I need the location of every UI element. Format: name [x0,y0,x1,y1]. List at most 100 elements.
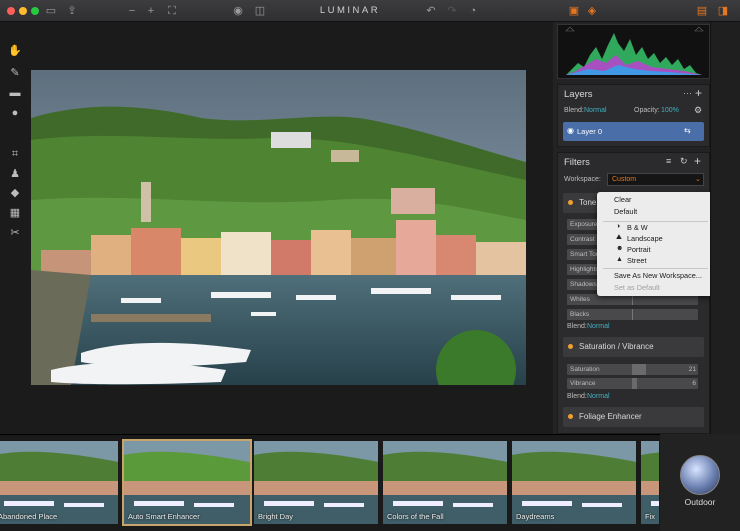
layer-opacity-value[interactable]: 100% [661,107,679,114]
filter-list-icon[interactable]: ≡ [666,156,671,166]
slider-label: Whites [570,296,590,303]
tone-filter-title: Tone [579,198,597,207]
preset-thumbnail[interactable]: Fix [641,441,659,524]
share-icon[interactable]: ⇪ [64,4,80,18]
visibility-eye-icon[interactable]: ◉ [567,126,574,135]
app-title: LUMINAR [319,5,381,16]
menu-item-clear[interactable]: Clear [614,195,631,204]
menu-item-landscape[interactable]: Landscape [627,234,663,243]
fit-screen-icon[interactable]: ⛶ [164,4,180,18]
preset-label: Abandoned Place [0,512,58,521]
slider-label: Shadows [570,281,597,288]
slider-label: Exposure [570,221,598,228]
add-layer-icon[interactable]: + [695,86,702,100]
saturation-filter-title: Saturation / Vibrance [579,342,654,351]
gradient-icon[interactable]: ▬ [7,86,23,100]
workspace-value: Custom [612,176,637,183]
filter-active-dot [568,414,573,419]
slider-label: Saturation [570,366,600,373]
history-icon[interactable]: ◔ [465,4,481,18]
menu-item-street[interactable]: Street [627,256,646,265]
category-label: Outdoor [684,497,716,507]
layer-name: Layer 0 [577,127,603,136]
slider-fill [632,364,646,375]
transform-icon[interactable]: ✂ [7,226,23,240]
noise-icon[interactable]: ▦ [7,206,23,220]
slider-label: Contrast [570,236,595,243]
preset-label: Daydreams [516,512,555,521]
slider-label: Vibrance [570,380,596,387]
saturation-blend-label: Blend: [567,393,587,400]
slider-center-mark [632,309,633,320]
redo-icon[interactable]: ↷ [444,4,460,18]
preset-label: Auto Smart Enhancer [128,512,200,521]
close-window-button[interactable] [7,7,15,15]
zoom-out-icon[interactable]: − [124,4,140,18]
preset-label: Bright Day [258,512,294,521]
workspace-menu: Clear Default ◑ B & W ⛰ Landscape ☻ Port… [597,192,714,296]
layer-opacity-label: Opacity: [634,107,660,114]
folder-icon[interactable]: ▭ [43,4,59,18]
slider-fill [632,378,637,389]
tone-blend-value[interactable]: Normal [587,323,610,330]
slider-value: 6 [692,380,696,387]
menu-item-portrait[interactable]: Portrait [627,245,651,254]
preset-label: Colors of the Fall [387,512,444,521]
layer-blend-label: Blend: [564,107,584,114]
photo[interactable] [31,70,526,385]
chevron-down-icon: ⌄ [695,176,701,183]
preset-thumbnail[interactable]: Daydreams [512,441,636,524]
menu-item-bw[interactable]: B & W [627,223,648,232]
preset-thumbnail[interactable]: Colors of the Fall [383,441,507,524]
tools-bar [710,22,740,434]
hand-icon[interactable]: ✋ [7,44,23,58]
tone-blend-label: Blend: [567,323,587,330]
gear-icon[interactable]: ⚙ [694,105,702,116]
image-icon[interactable]: ▣ [566,4,582,18]
histogram [557,24,710,79]
mountain-icon: ⛰ [616,234,622,241]
layers-title: Layers [564,89,593,100]
minimize-window-button[interactable] [19,7,27,15]
layer-settings-icon[interactable]: ⇆ [684,126,691,135]
stamp-icon[interactable]: ♟ [7,167,23,181]
eraser-icon[interactable]: ◆ [7,186,23,200]
layers-icon[interactable]: ◈ [584,4,600,18]
menu-item-save-workspace[interactable]: Save As New Workspace... [614,271,702,280]
face-icon: ☻ [616,245,624,252]
slider-value: 21 [688,366,696,373]
more-icon[interactable]: ⋯ [683,88,692,99]
radial-icon[interactable]: ● [7,106,23,120]
workspace-label: Workspace: [564,176,601,183]
brush-icon[interactable]: ✎ [7,66,23,80]
filter-active-dot [568,344,573,349]
crop-icon[interactable]: ⌗ [7,147,23,161]
foliage-filter-title: Foliage Enhancer [579,412,642,421]
presets-panel-icon[interactable]: ▤ [694,4,710,18]
menu-divider [603,221,708,222]
saturation-blend-value[interactable]: Normal [587,393,610,400]
zoom-window-button[interactable] [31,7,39,15]
add-filter-icon[interactable]: + [694,154,701,168]
title-bar: ▭ ⇪ − + ⛶ ◉ ◫ LUMINAR ↶ ↷ ◔ ▣ ◈ ▤ ◨ [0,0,740,22]
layer-blend-value[interactable]: Normal [584,107,607,114]
slider-label: Highlights [570,266,599,273]
undo-icon[interactable]: ↶ [423,4,439,18]
zoom-in-icon[interactable]: + [143,4,159,18]
preset-thumbnail[interactable]: Auto Smart Enhancer [122,439,252,526]
sidebar-toggle-icon[interactable]: ◨ [715,4,731,18]
slider-label: Blacks [570,311,590,318]
menu-item-set-default: Set as Default [614,283,660,292]
preset-thumbnail[interactable]: Abandoned Place [0,441,118,524]
filters-title: Filters [564,157,590,168]
menu-divider [603,268,708,269]
preset-thumbnail[interactable]: Bright Day [254,441,378,524]
eye-icon[interactable]: ◉ [230,4,246,18]
menu-item-default[interactable]: Default [614,207,637,216]
filter-active-dot [568,200,573,205]
refresh-icon[interactable]: ↻ [680,156,688,167]
preset-label: Fix [645,512,655,521]
half-circle-icon: ◑ [616,223,621,230]
category-thumbnail [680,455,720,495]
compare-icon[interactable]: ◫ [252,4,268,18]
